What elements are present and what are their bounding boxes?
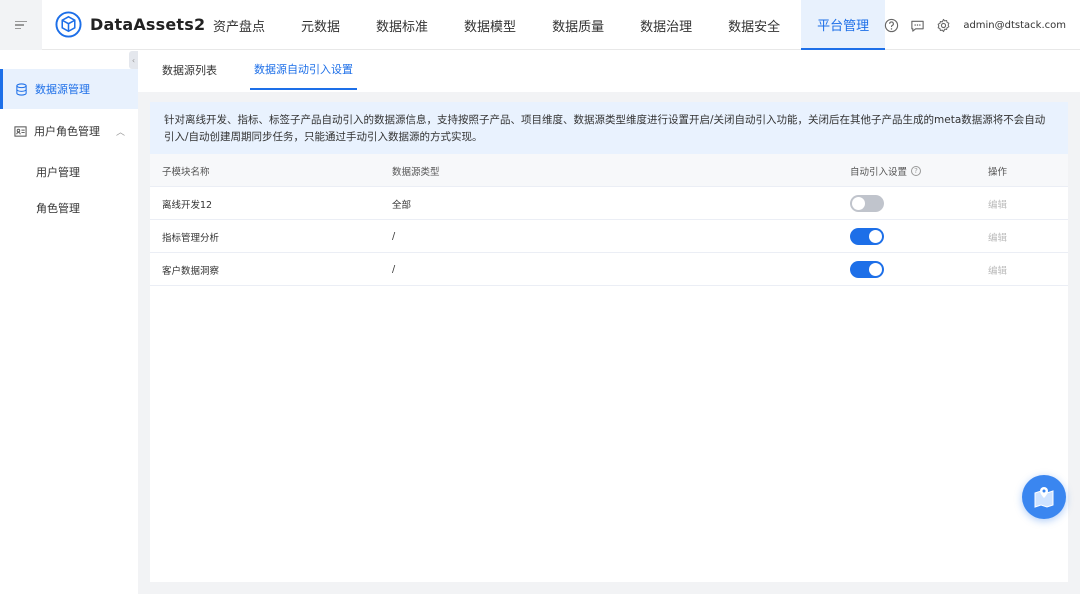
auto-import-toggle[interactable] [850, 228, 884, 245]
edit-link[interactable]: 编辑 [988, 187, 1007, 220]
edit-link[interactable]: 编辑 [988, 220, 1007, 253]
help-icon[interactable] [883, 17, 899, 33]
nav-item-asset-inventory[interactable]: 资产盘点 [198, 0, 280, 50]
tab-datasource-auto-import-settings[interactable]: 数据源自动引入设置 [250, 50, 357, 90]
datasource-type: / [392, 231, 396, 242]
column-header-action: 操作 [988, 166, 1008, 178]
cube-logo-icon [55, 11, 82, 38]
column-header-auto-import: 自动引入设置 ? [850, 154, 922, 187]
info-notice: 针对离线开发、指标、标签子产品自动引入的数据源信息，支持按照子产品、项目维度、数… [150, 102, 1068, 154]
main-content: 数据源列表 数据源自动引入设置 针对离线开发、指标、标签子产品自动引入的数据源信… [138, 50, 1080, 594]
map-pin-icon [1034, 487, 1054, 508]
sidebar-item-datasource-management[interactable]: 数据源管理 [0, 69, 138, 109]
settings-icon[interactable] [935, 17, 951, 33]
tab-bar: 数据源列表 数据源自动引入设置 [138, 50, 1080, 92]
chevron-left-icon: ‹ [131, 55, 136, 65]
menu-toggle-button[interactable] [0, 0, 42, 50]
toggle-knob [869, 230, 882, 243]
sidebar-subitem-role-management[interactable]: 角色管理 [36, 200, 80, 216]
table-row: 客户数据洞察 / 编辑 [150, 253, 1068, 286]
floating-guide-button[interactable] [1022, 475, 1066, 519]
column-header-name: 子模块名称 [162, 166, 210, 178]
user-account[interactable]: admin@dtstack.com [963, 20, 1066, 31]
submodule-table: 子模块名称 数据源类型 自动引入设置 ? 操作 离线开发12 全部 编辑 指标管… [150, 154, 1068, 286]
column-header-type: 数据源类型 [392, 166, 440, 178]
top-navigation-bar: DataAssets2 资产盘点 元数据 数据标准 数据模型 数据质量 数据治理… [0, 0, 1080, 50]
nav-item-data-governance[interactable]: 数据治理 [625, 0, 707, 50]
settings-panel: 针对离线开发、指标、标签子产品自动引入的数据源信息，支持按照子产品、项目维度、数… [150, 102, 1068, 582]
question-circle-icon[interactable]: ? [911, 165, 922, 176]
sidebar: ‹ 数据源管理 用户角色管理 ︿ 用户管理 角色管理 [0, 50, 138, 594]
app-title: DataAssets2 [90, 15, 206, 34]
user-card-icon [14, 125, 27, 138]
tab-datasource-list[interactable]: 数据源列表 [162, 50, 217, 90]
main-nav: 资产盘点 元数据 数据标准 数据模型 数据质量 数据治理 数据安全 平台管理 [198, 0, 891, 50]
nav-item-data-quality[interactable]: 数据质量 [537, 0, 619, 50]
toggle-knob [852, 197, 865, 210]
nav-item-data-standard[interactable]: 数据标准 [361, 0, 443, 50]
header-actions: admin@dtstack.com [883, 0, 1066, 50]
nav-item-data-model[interactable]: 数据模型 [449, 0, 531, 50]
sidebar-item-label: 用户角色管理 [34, 125, 100, 138]
sidebar-item-label: 数据源管理 [35, 83, 90, 96]
database-icon [15, 82, 28, 96]
menu-icon [15, 19, 27, 32]
sidebar-item-user-role-management[interactable]: 用户角色管理 ︿ [0, 111, 138, 151]
auto-import-toggle[interactable] [850, 261, 884, 278]
nav-item-metadata[interactable]: 元数据 [286, 0, 355, 50]
sidebar-subitem-user-management[interactable]: 用户管理 [36, 164, 80, 180]
nav-item-data-security[interactable]: 数据安全 [713, 0, 795, 50]
table-header-row: 子模块名称 数据源类型 自动引入设置 ? 操作 [150, 154, 1068, 187]
datasource-type: / [392, 264, 396, 275]
submodule-name: 离线开发12 [162, 199, 213, 211]
toggle-knob [869, 263, 882, 276]
datasource-type: 全部 [392, 199, 412, 211]
message-icon[interactable] [909, 17, 925, 33]
sidebar-collapse-button[interactable]: ‹ [129, 51, 138, 69]
auto-import-toggle[interactable] [850, 195, 884, 212]
submodule-name: 指标管理分析 [162, 232, 220, 244]
app-logo[interactable]: DataAssets2 [55, 11, 205, 38]
table-row: 离线开发12 全部 编辑 [150, 187, 1068, 220]
nav-item-platform-management[interactable]: 平台管理 [801, 0, 886, 50]
submodule-name: 客户数据洞察 [162, 265, 220, 277]
edit-link[interactable]: 编辑 [988, 253, 1007, 286]
chevron-up-icon: ︿ [116, 127, 126, 138]
table-row: 指标管理分析 / 编辑 [150, 220, 1068, 253]
